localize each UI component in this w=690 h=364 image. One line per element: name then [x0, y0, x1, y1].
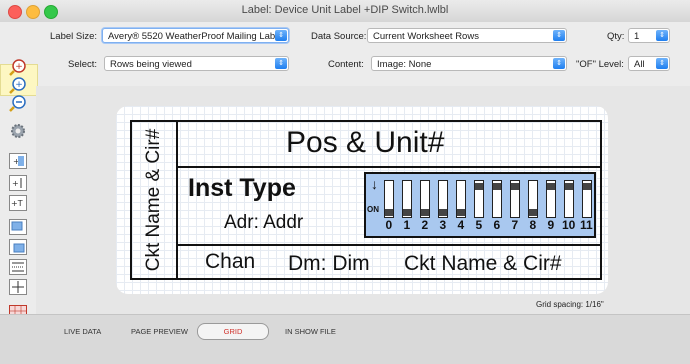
dip-switch-knob — [511, 183, 519, 190]
label-canvas: Ckt Name & Cir# Pos & Unit# Inst Type Ad… — [36, 86, 690, 314]
of-level-select[interactable]: All ⇕ — [628, 56, 670, 71]
divider-top — [176, 166, 600, 168]
dip-switch-knob — [457, 209, 465, 216]
window-title: Label: Device Unit Label +DIP Switch.lwl… — [241, 4, 449, 16]
dip-number-1: 1 — [403, 218, 411, 232]
dip-on-arrow-icon: ↓ — [371, 176, 378, 192]
distribute-icon[interactable] — [8, 258, 28, 275]
grid-mode-button[interactable]: GRID — [197, 323, 269, 340]
content-select[interactable]: Image: None ⇕ — [371, 56, 567, 71]
dip-switch-9[interactable] — [546, 180, 556, 218]
dip-switch-8[interactable] — [528, 180, 538, 218]
vertical-field-text: Ckt Name & Cir# — [143, 128, 164, 272]
dip-switch-knob — [529, 209, 537, 216]
dip-switch-7[interactable] — [510, 180, 520, 218]
chevron-updown-icon: ⇕ — [656, 30, 668, 41]
dip-switch-knob — [565, 183, 573, 190]
qty-value: 1 — [634, 31, 640, 42]
data-source-value: Current Worksheet Rows — [373, 31, 479, 42]
add-line-icon[interactable]: + — [8, 174, 28, 191]
dip-number-7: 7 — [511, 218, 519, 232]
dip-number-10: 10 — [562, 218, 576, 232]
chevron-updown-icon: ⇕ — [656, 58, 668, 69]
add-field-icon[interactable]: + — [8, 152, 28, 169]
data-source-select[interactable]: Current Worksheet Rows ⇕ — [367, 28, 567, 43]
chevron-updown-icon: ⇕ — [275, 58, 287, 69]
dim-field[interactable]: Dm: Dim — [288, 252, 370, 276]
dip-switch-knob — [403, 209, 411, 216]
dip-switch-11[interactable] — [582, 180, 592, 218]
dip-switch-4[interactable] — [456, 180, 466, 218]
dip-number-8: 8 — [529, 218, 537, 232]
add-text-icon[interactable]: +T — [8, 194, 28, 211]
dip-on-label: ON — [367, 205, 379, 214]
page-preview-mode[interactable]: PAGE PREVIEW — [131, 327, 188, 336]
dip-switch-knob — [547, 183, 555, 190]
gear-icon[interactable] — [8, 122, 28, 139]
dip-number-11: 11 — [580, 218, 593, 232]
vertical-field-cell[interactable]: Ckt Name & Cir# — [132, 122, 178, 278]
dip-switch-knob — [475, 183, 483, 190]
content-value: Image: None — [377, 59, 432, 70]
svg-text:+T: +T — [11, 199, 23, 208]
live-data-mode[interactable]: LIVE DATA — [64, 327, 101, 336]
dip-switch-graphic[interactable]: ↓ ON 0 1 2 3 4 5 6 7 8 9 10 11 — [364, 172, 596, 238]
dip-switch-knob — [385, 209, 393, 216]
dip-switch-10[interactable] — [564, 180, 574, 218]
qty-label: Qty: — [607, 31, 625, 42]
dip-switch-2[interactable] — [420, 180, 430, 218]
dip-number-0: 0 — [385, 218, 393, 232]
dip-switch-5[interactable] — [474, 180, 484, 218]
dip-switch-knob — [439, 209, 447, 216]
chevron-updown-icon: ⇕ — [553, 58, 565, 69]
title-bar: Label: Device Unit Label +DIP Switch.lwl… — [0, 0, 690, 23]
data-source-label: Data Source: — [311, 31, 367, 42]
of-level-value: All — [634, 59, 645, 70]
select-label: Select: — [68, 59, 98, 70]
dip-switch-knob — [493, 183, 501, 190]
dip-number-9: 9 — [547, 218, 555, 232]
zoom-in-icon[interactable]: + — [8, 58, 28, 76]
move-icon[interactable] — [8, 278, 28, 295]
svg-text:+: + — [12, 179, 19, 188]
pos-unit-field[interactable]: Pos & Unit# — [286, 126, 444, 160]
dip-switch-3[interactable] — [438, 180, 448, 218]
zoom-icon[interactable] — [8, 94, 28, 112]
qty-select[interactable]: 1 ⇕ — [628, 28, 670, 43]
label-size-value: Avery® 5520 WeatherProof Mailing Labels — [108, 31, 288, 42]
mode-bar: LIVE DATA PAGE PREVIEW GRID IN SHOW FILE — [0, 314, 690, 364]
toolbar: Label Size: Avery® 5520 WeatherProof Mai… — [0, 22, 690, 87]
label-size-select[interactable]: Avery® 5520 WeatherProof Mailing Labels … — [102, 28, 289, 43]
dip-switch-1[interactable] — [402, 180, 412, 218]
chan-field[interactable]: Chan — [205, 250, 255, 274]
dip-number-3: 3 — [439, 218, 447, 232]
dip-switch-knob — [583, 183, 591, 190]
content-label: Content: — [328, 59, 364, 70]
dip-number-4: 4 — [457, 218, 465, 232]
of-level-label: "OF" Level: — [576, 59, 624, 70]
dip-number-2: 2 — [421, 218, 429, 232]
in-show-file-mode[interactable]: IN SHOW FILE — [285, 327, 336, 336]
dip-switch-6[interactable] — [492, 180, 502, 218]
select-rows-value: Rows being viewed — [110, 59, 192, 70]
svg-text:+: + — [15, 62, 23, 72]
dip-number-5: 5 — [475, 218, 483, 232]
send-back-icon[interactable] — [8, 238, 28, 255]
svg-text:+: + — [15, 80, 23, 90]
bring-front-icon[interactable] — [8, 218, 28, 235]
divider-bottom — [176, 244, 600, 246]
grid-spacing-text: Grid spacing: 1/16" — [536, 300, 604, 309]
zoom-out-icon[interactable]: + — [8, 76, 28, 94]
select-rows-select[interactable]: Rows being viewed ⇕ — [104, 56, 289, 71]
chevron-updown-icon: ⇕ — [553, 30, 565, 41]
dip-switch-0[interactable] — [384, 180, 394, 218]
label-frame[interactable]: Ckt Name & Cir# Pos & Unit# Inst Type Ad… — [130, 120, 602, 280]
inst-type-field[interactable]: Inst Type — [188, 174, 296, 203]
addr-field[interactable]: Adr: Addr — [224, 212, 303, 234]
dip-number-6: 6 — [493, 218, 501, 232]
ckt-name-field[interactable]: Ckt Name & Cir# — [404, 252, 562, 276]
dip-switch-knob — [421, 209, 429, 216]
chevron-updown-icon: ⇕ — [275, 30, 287, 41]
label-size-label: Label Size: — [50, 31, 98, 42]
